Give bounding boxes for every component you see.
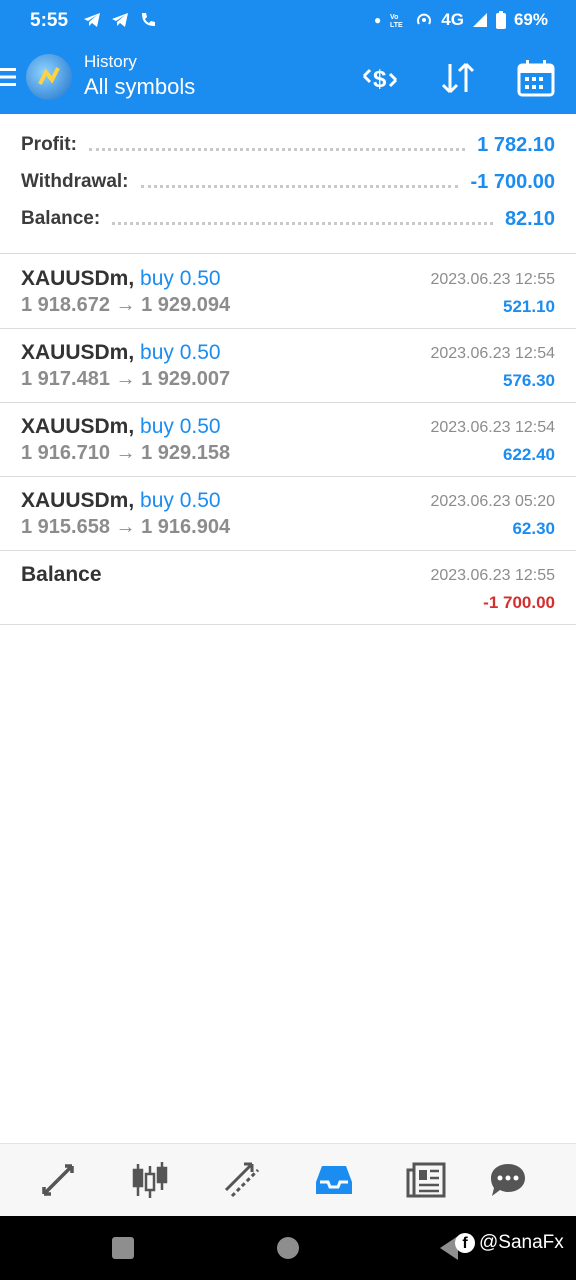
trade-row[interactable]: XAUUSDm, buy 0.50 1 917.481 → 1 929.007 … [0, 329, 576, 403]
trade-profit: 622.40 [503, 445, 555, 464]
home-button[interactable] [277, 1237, 299, 1259]
trade-time: 2023.06.23 12:55 [430, 271, 555, 288]
signal-icon [472, 13, 487, 27]
trade-symbol: XAUUSDm, [21, 489, 135, 512]
system-navigation-bar: f @SanaFx [0, 1216, 576, 1280]
dotted-leader [88, 147, 466, 151]
trade-side: buy 0.50 [140, 267, 221, 290]
svg-text:LTE: LTE [390, 22, 403, 29]
calendar-icon[interactable] [516, 58, 556, 98]
balance-row: Balance: 82.10 [21, 204, 555, 234]
svg-text:Vo: Vo [390, 14, 398, 21]
withdrawal-value: -1 700.00 [470, 170, 555, 193]
trade-profit: 62.30 [512, 519, 555, 538]
status-right: ● Vo LTE 4G 69% [374, 10, 548, 30]
notification-icons [82, 10, 158, 30]
chat-icon[interactable] [488, 1160, 528, 1200]
watermark: f @SanaFx [455, 1232, 564, 1254]
trade-symbol-line: XAUUSDm, buy 0.50 [21, 489, 221, 513]
trade-symbol: XAUUSDm, [21, 267, 135, 290]
trade-time: 2023.06.23 12:54 [430, 345, 555, 362]
dotted-leader [112, 221, 493, 225]
trade-profit: 576.30 [503, 371, 555, 390]
withdrawal-row: Withdrawal: -1 700.00 [21, 167, 555, 197]
currency-exchange-icon[interactable]: $ [360, 58, 400, 98]
battery-level: 69% [513, 10, 548, 29]
trade-symbol: XAUUSDm, [21, 341, 135, 364]
trade-symbol-line: XAUUSDm, buy 0.50 [21, 415, 221, 439]
facebook-icon: f [455, 1233, 475, 1253]
symbol-filter[interactable]: All symbols [84, 72, 195, 102]
bottom-navigation [0, 1143, 576, 1216]
balance-operation-row[interactable]: Balance 2023.06.23 12:55 -1 700.00 [0, 551, 576, 625]
chart-icon[interactable] [130, 1160, 170, 1200]
trade-symbol-line: XAUUSDm, buy 0.50 [21, 341, 221, 365]
telegram-icon [84, 13, 100, 27]
trade-prices: 1 917.481 → 1 929.007 [21, 368, 231, 390]
balance-value: 82.10 [504, 207, 555, 230]
balance-label: Balance: [21, 208, 101, 229]
recent-apps-button[interactable] [112, 1237, 134, 1259]
trade-time: 2023.06.23 12:54 [430, 419, 555, 436]
profit-value: 1 782.10 [477, 133, 555, 156]
profit-label: Profit: [21, 134, 77, 155]
trade-prices: 1 916.710 → 1 929.158 [21, 442, 231, 464]
trade-symbol: XAUUSDm, [21, 415, 135, 438]
dot-icon: ● [374, 13, 382, 27]
wifi-call-icon [142, 13, 155, 26]
trade-profit: 521.10 [503, 297, 555, 316]
hotspot-icon [417, 13, 432, 25]
sort-icon[interactable] [438, 58, 478, 98]
balance-operation-label: Balance [21, 563, 102, 586]
svg-text:$: $ [373, 66, 387, 93]
app-bar-titles[interactable]: History All symbols [84, 52, 195, 102]
trade-row[interactable]: XAUUSDm, buy 0.50 1 916.710 → 1 929.158 … [0, 403, 576, 477]
app-bar: History All symbols $ [0, 42, 576, 114]
watermark-text: @SanaFx [479, 1232, 564, 1253]
network-type: 4G [441, 10, 464, 29]
history-icon[interactable] [314, 1160, 354, 1200]
withdrawal-label: Withdrawal: [21, 171, 129, 192]
menu-icon[interactable] [0, 66, 16, 88]
page-title: History [84, 52, 137, 71]
trade-row[interactable]: XAUUSDm, buy 0.50 1 918.672 → 1 929.094 … [0, 255, 576, 329]
status-time: 5:55 [30, 10, 69, 31]
trade-side: buy 0.50 [140, 415, 221, 438]
quotes-icon[interactable] [38, 1160, 78, 1200]
status-bar: 5:55 ● Vo LTE 4G 69% [0, 0, 576, 42]
trade-time: 2023.06.23 05:20 [430, 493, 555, 510]
balance-operation-time: 2023.06.23 12:55 [430, 567, 555, 584]
trade-prices: 1 915.658 → 1 916.904 [21, 516, 231, 538]
trade-prices: 1 918.672 → 1 929.094 [21, 294, 231, 316]
profit-row: Profit: 1 782.10 [21, 130, 555, 160]
trade-symbol-line: XAUUSDm, buy 0.50 [21, 267, 221, 291]
volte-icon: VoLTE [390, 14, 403, 29]
trade-icon[interactable] [222, 1160, 262, 1200]
dotted-leader [140, 184, 459, 188]
news-icon[interactable] [406, 1160, 446, 1200]
trade-side: buy 0.50 [140, 341, 221, 364]
balance-operation-amount: -1 700.00 [483, 593, 555, 612]
trade-row[interactable]: XAUUSDm, buy 0.50 1 915.658 → 1 916.904 … [0, 477, 576, 551]
battery-icon [495, 11, 506, 29]
history-summary: Profit: 1 782.10 Withdrawal: -1 700.00 B… [0, 114, 576, 254]
app-logo-icon [26, 54, 72, 100]
trade-side: buy 0.50 [140, 489, 221, 512]
telegram-icon [112, 13, 128, 27]
top-bar: 5:55 ● VoLTE 4G 69% History All symbols [0, 0, 576, 114]
